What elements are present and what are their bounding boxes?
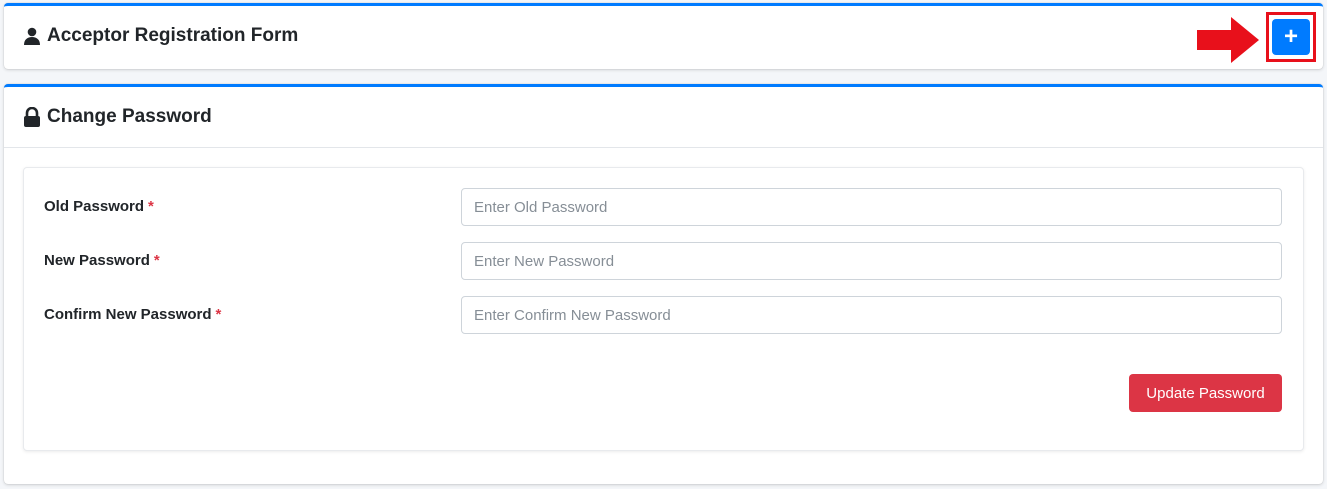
registration-title-text: Acceptor Registration Form xyxy=(47,25,299,46)
new-password-row: New Password * xyxy=(24,242,1303,280)
annotation-arrow-icon xyxy=(1197,17,1261,68)
confirm-password-label: Confirm New Password * xyxy=(44,306,222,323)
required-mark: * xyxy=(148,198,154,215)
update-password-button[interactable]: Update Password xyxy=(1129,374,1282,412)
old-password-label: Old Password * xyxy=(44,198,154,215)
change-password-form: Old Password * New Password * Confirm New … xyxy=(23,167,1304,451)
change-password-header: Change Password xyxy=(4,87,1323,148)
new-password-label: New Password * xyxy=(44,252,160,269)
registration-card-header: Acceptor Registration Form + xyxy=(4,6,1323,66)
registration-card: Acceptor Registration Form + xyxy=(4,3,1323,69)
change-password-title: Change Password xyxy=(23,106,212,128)
registration-title: Acceptor Registration Form xyxy=(23,25,298,47)
change-password-title-text: Change Password xyxy=(47,106,212,127)
confirm-password-input[interactable] xyxy=(461,296,1282,334)
old-password-input[interactable] xyxy=(461,188,1282,226)
change-password-card: Change Password Old Password * New Passwo… xyxy=(4,84,1323,484)
required-mark: * xyxy=(215,306,222,323)
user-icon xyxy=(23,27,41,45)
new-password-input[interactable] xyxy=(461,242,1282,280)
add-registration-button[interactable]: + xyxy=(1272,19,1310,55)
old-password-row: Old Password * xyxy=(24,188,1303,226)
required-mark: * xyxy=(153,252,160,269)
annotation-highlight-box: + xyxy=(1266,12,1316,62)
confirm-password-row: Confirm New Password * xyxy=(24,296,1303,334)
lock-icon xyxy=(23,107,41,127)
